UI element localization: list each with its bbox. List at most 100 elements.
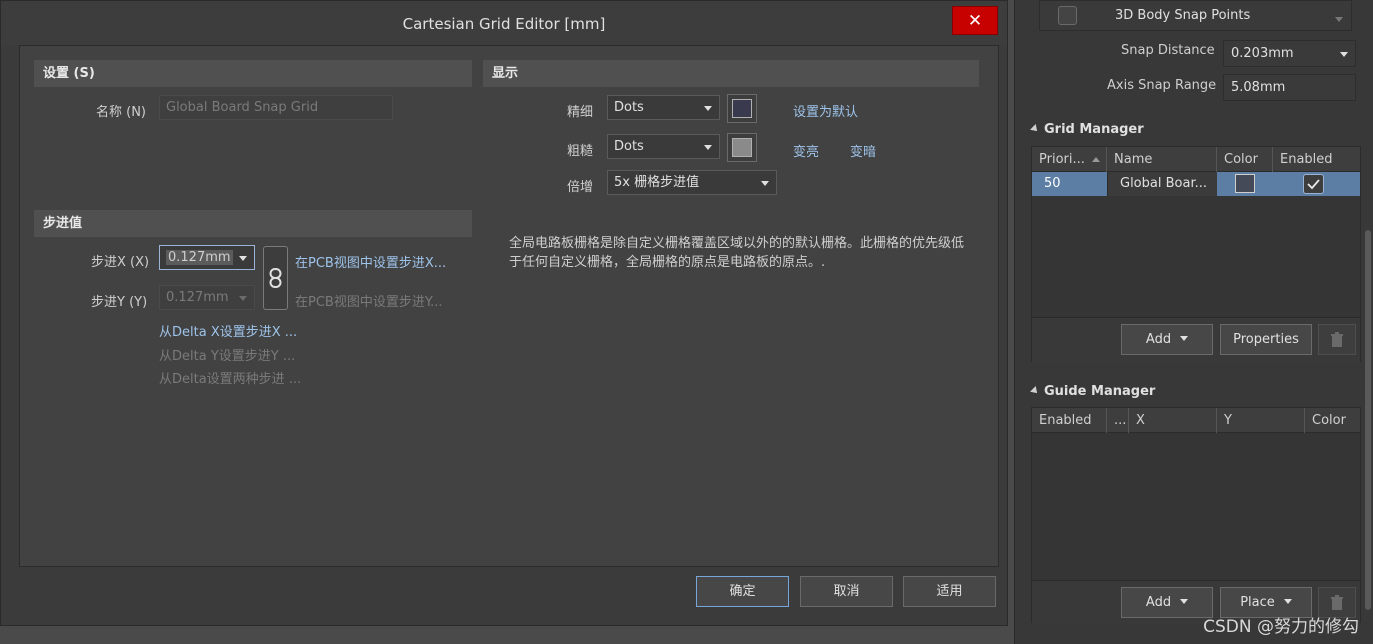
fine-style-select[interactable]: Dots bbox=[607, 95, 720, 120]
guide-add-label: Add bbox=[1145, 595, 1172, 610]
trash-icon bbox=[1331, 595, 1343, 610]
cartesian-grid-editor-dialog: Cartesian Grid Editor [mm] ✕ 设置 (S) 名称 (… bbox=[0, 0, 1008, 626]
chevron-down-icon bbox=[1283, 599, 1292, 604]
guide-manager-title-text: Guide Manager bbox=[1044, 384, 1156, 399]
title-bar[interactable]: Cartesian Grid Editor [mm] ✕ bbox=[1, 1, 1007, 45]
fine-color-button[interactable] bbox=[727, 94, 757, 123]
guide-manager-title[interactable]: Guide Manager bbox=[1030, 384, 1156, 399]
grid-add-button[interactable]: Add bbox=[1121, 324, 1213, 355]
watermark: CSDN @努力的修勾 bbox=[1203, 617, 1359, 637]
coarse-label: 粗糙 bbox=[567, 144, 594, 159]
grid-manager-table: Priori... Name Color Enabled 50 Global B… bbox=[1031, 146, 1361, 362]
grid-manager-title[interactable]: Grid Manager bbox=[1030, 122, 1144, 137]
column-priority[interactable]: Priori... bbox=[1032, 147, 1107, 172]
apply-button[interactable]: 适用 bbox=[903, 576, 996, 607]
from-delta-both-link[interactable]: 从Delta设置两种步进 ... bbox=[159, 368, 301, 387]
coarse-color-swatch bbox=[732, 138, 752, 157]
chevron-down-icon bbox=[239, 296, 247, 301]
grid-manager-title-text: Grid Manager bbox=[1044, 122, 1144, 137]
grid-manager-toolbar: Add Properties bbox=[1032, 317, 1360, 362]
from-delta-y-link[interactable]: 从Delta Y设置步进Y ... bbox=[159, 345, 295, 364]
multiplier-value: 5x 栅格步进值 bbox=[614, 175, 700, 190]
table-row[interactable]: 50 Global Boar... bbox=[1032, 172, 1360, 196]
column-x[interactable]: X bbox=[1129, 408, 1217, 433]
row-color-swatch[interactable] bbox=[1235, 174, 1255, 193]
chain-link-icon bbox=[269, 268, 282, 288]
chevron-down-icon bbox=[1180, 336, 1189, 341]
row-priority: 50 bbox=[1044, 176, 1061, 191]
name-field[interactable]: Global Board Snap Grid bbox=[159, 95, 393, 120]
chevron-down-icon bbox=[1340, 52, 1348, 57]
chevron-down-icon bbox=[761, 181, 769, 186]
close-button[interactable]: ✕ bbox=[952, 6, 998, 35]
set-default-link[interactable]: 设置为默认 bbox=[793, 101, 858, 120]
cancel-button[interactable]: 取消 bbox=[800, 576, 893, 607]
properties-panel: 3D Body Snap Points Snap Distance 0.203m… bbox=[1014, 0, 1373, 644]
axis-snap-range-label: Axis Snap Range bbox=[1107, 78, 1217, 93]
coarse-style-value: Dots bbox=[614, 139, 644, 154]
multiplier-select[interactable]: 5x 栅格步进值 bbox=[607, 170, 777, 195]
settings-header: 设置 (S) bbox=[34, 60, 472, 87]
row-name: Global Boar... bbox=[1107, 172, 1217, 196]
snap-distance-select[interactable]: 0.203mm bbox=[1223, 40, 1356, 67]
chevron-down-icon bbox=[1180, 599, 1189, 604]
step-y-combo[interactable]: 0.127mm bbox=[159, 285, 255, 310]
trash-icon bbox=[1331, 332, 1343, 347]
column-more[interactable]: ... bbox=[1107, 408, 1129, 433]
guide-place-label: Place bbox=[1240, 595, 1275, 610]
column-priority-label: Priori... bbox=[1039, 152, 1085, 167]
sort-ascending-icon bbox=[1092, 157, 1100, 162]
guide-add-button[interactable]: Add bbox=[1121, 587, 1213, 618]
step-y-label: 步进Y (Y) bbox=[91, 295, 148, 310]
collapse-triangle-icon bbox=[1030, 386, 1040, 396]
chevron-down-icon bbox=[239, 256, 247, 261]
step-x-combo[interactable]: 0.127mm bbox=[159, 245, 255, 270]
step-header: 步进值 bbox=[34, 210, 472, 237]
chevron-down-icon bbox=[704, 106, 712, 111]
column-color[interactable]: Color bbox=[1305, 408, 1362, 433]
grid-add-label: Add bbox=[1145, 332, 1172, 347]
column-enabled[interactable]: Enabled bbox=[1273, 147, 1362, 172]
axis-snap-range-input[interactable]: 5.08mm bbox=[1223, 74, 1356, 101]
guide-manager-table: Enabled ... X Y Color Add Place bbox=[1031, 407, 1361, 624]
lighter-link[interactable]: 变亮 bbox=[793, 141, 819, 160]
grid-table-header: Priori... Name Color Enabled bbox=[1032, 147, 1360, 172]
fine-label: 精细 bbox=[567, 105, 594, 120]
fine-color-swatch bbox=[732, 99, 752, 118]
column-color[interactable]: Color bbox=[1217, 147, 1273, 172]
collapse-triangle-icon bbox=[1030, 124, 1040, 134]
column-y[interactable]: Y bbox=[1217, 408, 1305, 433]
grid-properties-button[interactable]: Properties bbox=[1220, 324, 1312, 355]
step-x-value: 0.127mm bbox=[166, 250, 233, 265]
set-step-x-in-pcb-link[interactable]: 在PCB视图中设置步进X... bbox=[295, 252, 446, 271]
snap-points-row[interactable]: 3D Body Snap Points bbox=[1039, 0, 1352, 31]
grid-delete-button[interactable] bbox=[1318, 324, 1356, 355]
chevron-down-icon[interactable] bbox=[1335, 17, 1343, 22]
chevron-down-icon bbox=[704, 145, 712, 150]
column-name[interactable]: Name bbox=[1107, 147, 1217, 172]
snap-distance-label: Snap Distance bbox=[1121, 43, 1215, 58]
guide-table-header: Enabled ... X Y Color bbox=[1032, 408, 1360, 433]
checkmark-icon bbox=[1307, 179, 1320, 190]
step-x-label: 步进X (X) bbox=[91, 255, 150, 270]
column-enabled[interactable]: Enabled bbox=[1032, 408, 1107, 433]
set-step-y-in-pcb-link[interactable]: 在PCB视图中设置步进Y... bbox=[295, 291, 443, 310]
dialog-title: Cartesian Grid Editor [mm] bbox=[402, 15, 606, 33]
coarse-style-select[interactable]: Dots bbox=[607, 134, 720, 159]
coarse-color-button[interactable] bbox=[727, 133, 757, 162]
dialog-content: 设置 (S) 名称 (N) Global Board Snap Grid 显示 … bbox=[19, 45, 999, 567]
snap-points-checkbox[interactable] bbox=[1058, 6, 1077, 25]
darker-link[interactable]: 变暗 bbox=[850, 141, 876, 160]
display-header: 显示 bbox=[483, 60, 979, 87]
from-delta-x-link[interactable]: 从Delta X设置步进X ... bbox=[159, 321, 297, 340]
snap-distance-value: 0.203mm bbox=[1231, 46, 1294, 61]
ok-button[interactable]: 确定 bbox=[696, 576, 789, 607]
link-xy-button[interactable] bbox=[263, 246, 288, 310]
multiplier-label: 倍增 bbox=[567, 180, 594, 195]
step-y-value: 0.127mm bbox=[166, 290, 229, 305]
panel-scrollbar[interactable] bbox=[1365, 230, 1371, 610]
name-label: 名称 (N) bbox=[96, 105, 147, 120]
grid-description: 全局电路板栅格是除自定义栅格覆盖区域以外的的默认栅格。此栅格的优先级低于任何自定… bbox=[509, 236, 965, 270]
fine-style-value: Dots bbox=[614, 100, 644, 115]
row-enabled-checkbox[interactable] bbox=[1303, 174, 1324, 194]
